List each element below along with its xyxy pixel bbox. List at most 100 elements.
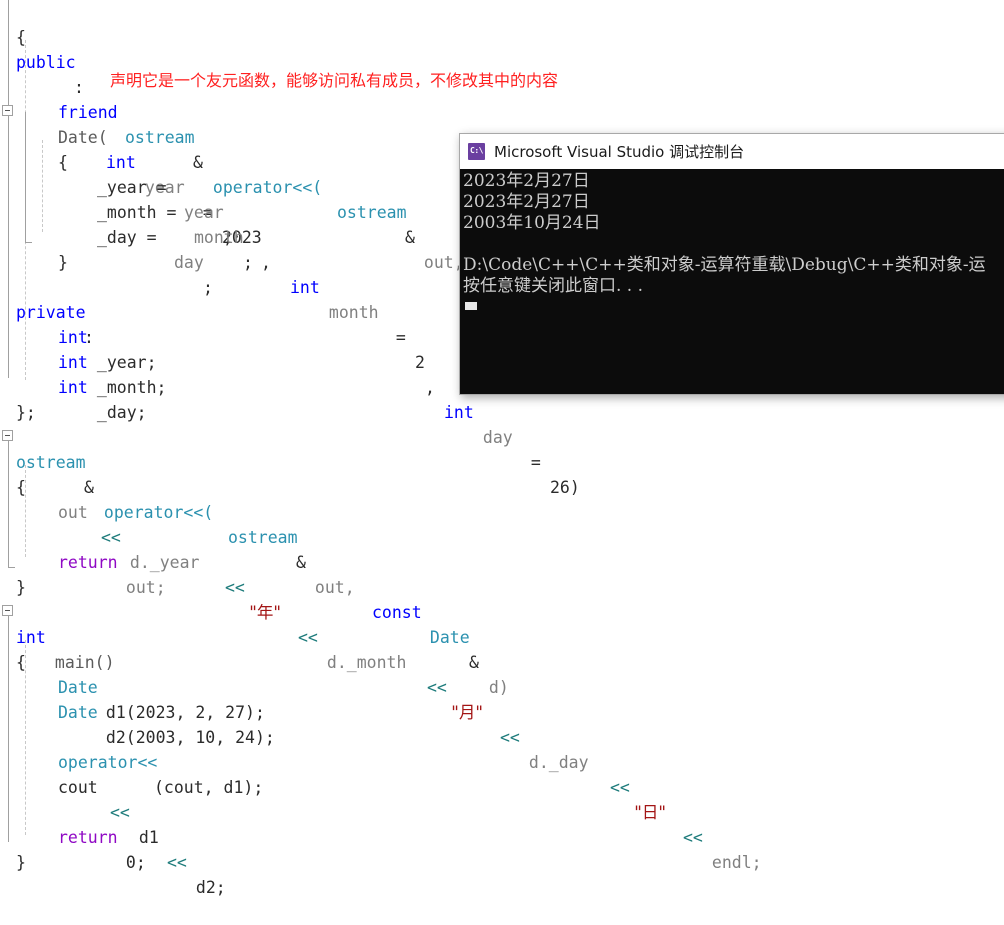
- code-token-operator: <<: [298, 628, 318, 647]
- code-line: return 0;: [0, 800, 146, 872]
- code-line: _year = year ;: [0, 150, 233, 247]
- code-token: (cout, d1);: [154, 778, 264, 797]
- code-token-number: 0;: [116, 853, 146, 872]
- code-line: Date d2(2003, 10, 24);: [0, 675, 275, 747]
- debug-console-window[interactable]: C:\ Microsoft Visual Studio 调试控制台 2023年2…: [459, 133, 1004, 395]
- code-token: _day =: [97, 228, 167, 247]
- console-output-line: 2023年2月27日: [463, 171, 590, 191]
- code-token: d1(2023, 2, 27);: [96, 703, 265, 722]
- annotation-comment-line: 声明它是一个友元函数，能够访问私有成员，不修改其中的内容: [0, 43, 558, 90]
- code-token-type: Date: [58, 703, 98, 722]
- code-line: Date d1(2023, 2, 27);: [0, 650, 265, 722]
- code-line: {: [0, 0, 40, 47]
- code-token-function: operator<<(: [203, 178, 323, 197]
- code-token: _year;: [87, 353, 157, 372]
- code-token-operator: <<: [101, 528, 121, 547]
- console-icon-glyph: C:\: [470, 146, 483, 155]
- code-line: _month = month ;: [0, 175, 253, 272]
- code-editor[interactable]: { public : 声明它是一个友元函数，能够访问私有成员，不修改其中的内容 …: [0, 0, 1004, 897]
- code-token-parameter: out,: [305, 578, 365, 597]
- indent-guide-ctor: [42, 140, 43, 232]
- code-token-keyword: return: [58, 553, 118, 572]
- code-token-operator: <<: [110, 803, 130, 822]
- console-window-title: Microsoft Visual Studio 调试控制台: [494, 142, 745, 161]
- code-token-operator: <<: [167, 853, 187, 872]
- code-line: friend ostream & operator<<( ostream & o…: [0, 75, 638, 372]
- code-token-function: main(): [45, 653, 115, 672]
- code-token-type: Date: [420, 628, 470, 647]
- code-token-type: ostream: [125, 128, 195, 147]
- code-token-function: operator<<: [58, 753, 158, 772]
- code-line: }: [0, 225, 68, 272]
- code-token: d._year: [120, 553, 210, 572]
- code-line: {: [0, 125, 68, 172]
- console-cursor: [465, 302, 477, 310]
- console-output-line: 按任意键关闭此窗口. . .: [463, 276, 644, 296]
- code-token-operator: <<: [427, 678, 447, 697]
- code-token: }: [16, 853, 26, 872]
- code-token-parameter: month: [194, 228, 244, 247]
- code-line: Date( int year = 2023 , int month = 2 , …: [0, 100, 580, 497]
- code-token: &: [84, 478, 94, 497]
- code-line: };: [0, 375, 40, 422]
- console-output-line-blank: [463, 234, 1004, 255]
- code-token: &: [296, 553, 306, 572]
- code-token: };: [16, 403, 36, 422]
- code-line: }: [0, 825, 40, 872]
- code-line: {: [0, 450, 40, 497]
- code-line: int _day;: [0, 350, 147, 422]
- code-token-function: Date(: [58, 128, 108, 147]
- code-line: cout << d1 << d2;: [0, 750, 226, 897]
- code-token-type: ostream: [337, 203, 407, 222]
- code-token: =: [521, 453, 551, 472]
- code-token: }: [58, 253, 68, 272]
- code-token-parameter: out;: [116, 578, 166, 597]
- code-line: ostream & operator<<( ostream & out, con…: [0, 425, 509, 697]
- code-line: int _month;: [0, 325, 166, 397]
- code-token: ;: [243, 253, 253, 272]
- code-token: &: [405, 228, 415, 247]
- code-token-keyword: return: [58, 828, 118, 847]
- code-token: cout: [58, 778, 108, 797]
- code-token: ,: [425, 378, 445, 397]
- code-token-operator: <<: [610, 778, 630, 797]
- code-token-keyword: int: [290, 278, 320, 297]
- console-output-line: 2003年10月24日: [463, 213, 601, 233]
- code-token-parameter: out: [58, 503, 98, 522]
- code-token-keyword: int: [58, 328, 88, 347]
- code-token: &: [469, 653, 479, 672]
- code-token: d2(2003, 10, 24);: [96, 728, 275, 747]
- code-token-number: 2: [415, 353, 425, 372]
- console-output-line: 2023年2月27日: [463, 192, 590, 212]
- code-token-parameter: year: [184, 203, 224, 222]
- code-token: d._day: [519, 753, 599, 772]
- code-token-string: "日": [629, 803, 672, 822]
- code-token-parameter: day: [473, 428, 513, 447]
- code-line: out << d._year << "年" << d._month << "月"…: [0, 475, 762, 872]
- code-token-keyword: int: [444, 403, 474, 422]
- console-output-area[interactable]: 2023年2月27日 2023年2月27日 2003年10月24日 D:\Cod…: [460, 169, 1004, 394]
- code-token-parameter: month: [319, 303, 379, 322]
- code-line: int _year;: [0, 300, 157, 372]
- code-token-keyword: int: [58, 353, 88, 372]
- console-app-icon: C:\: [468, 142, 485, 160]
- code-token-parameter: day: [174, 253, 204, 272]
- code-token-type: ostream: [228, 528, 298, 547]
- code-token-parameter: d): [479, 678, 509, 697]
- code-token-function: operator<<(: [94, 503, 214, 522]
- code-line: operator<< (cout, d1);: [0, 725, 263, 797]
- code-line: }: [0, 550, 40, 597]
- console-titlebar[interactable]: C:\ Microsoft Visual Studio 调试控制台: [460, 134, 1004, 169]
- code-token-keyword: int: [58, 378, 88, 397]
- code-line: _day = day ;: [0, 200, 213, 297]
- code-token: &: [193, 153, 203, 172]
- code-token-keyword: int: [106, 153, 136, 172]
- code-token: ,: [261, 253, 281, 272]
- code-token: d1: [129, 828, 169, 847]
- code-token: :: [74, 78, 84, 97]
- code-token-string: "月": [446, 703, 489, 722]
- code-token: _month;: [87, 378, 167, 397]
- code-token-number: 26): [550, 478, 580, 497]
- code-token-string: "年": [244, 603, 287, 622]
- code-token: ;: [203, 278, 213, 297]
